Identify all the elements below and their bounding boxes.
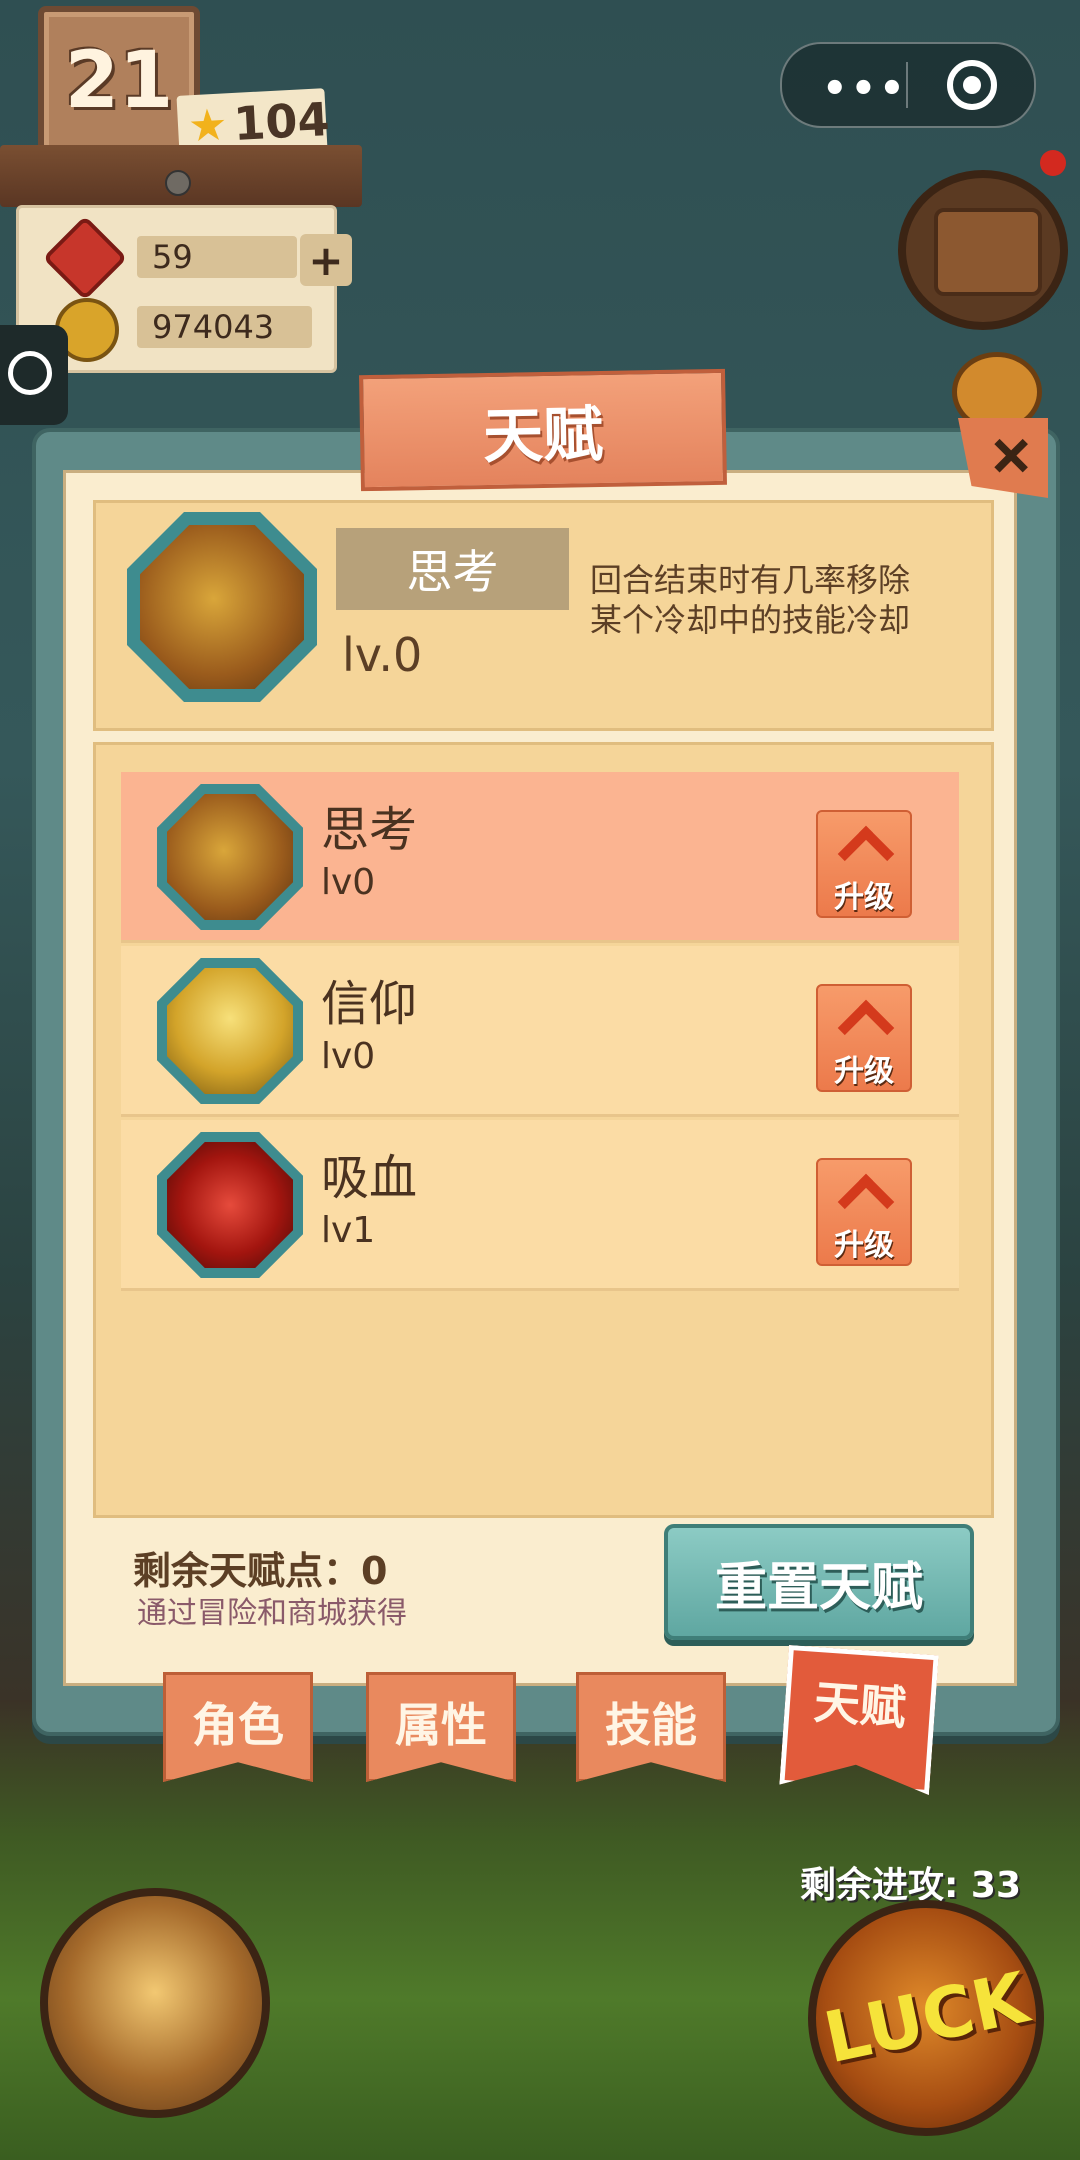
talent-level: lv0 [321, 862, 376, 903]
talent-row[interactable]: 思考 lv0 升级 [121, 772, 959, 943]
talent-level: lv0 [321, 1036, 376, 1077]
upgrade-label: 升级 [834, 1228, 894, 1263]
miniprogram-capsule: ••• [780, 42, 1036, 128]
chat-button[interactable] [0, 325, 68, 425]
upgrade-button[interactable]: 升级 [816, 1158, 912, 1266]
upgrade-label: 升级 [834, 880, 894, 915]
description-line-2: 某个冷却中的技能冷却 [590, 601, 911, 639]
star-icon: ★ [186, 98, 229, 152]
talent-row[interactable]: 吸血 lv1 升级 [121, 1120, 959, 1291]
detail-talent-description: 回合结束时有几率移除 某个冷却中的技能冷却 [590, 560, 970, 640]
add-gems-button[interactable]: + [300, 234, 352, 286]
capsule-divider [906, 62, 908, 108]
player-level-sign: 21 [38, 6, 200, 156]
coin-count: 974043 [152, 308, 275, 346]
vampire-bite-icon [167, 1142, 293, 1268]
upgrade-label: 升级 [834, 1054, 894, 1089]
nail-icon [165, 170, 191, 196]
detail-talent-name: 思考 [336, 528, 569, 610]
bag-button[interactable] [898, 170, 1068, 330]
gem-icon [42, 215, 128, 301]
talent-points-hint: 通过冒险和商城获得 [137, 1596, 407, 1631]
gate-button[interactable] [40, 1888, 270, 2118]
talent-name: 信仰 [321, 976, 418, 1032]
reset-talents-button[interactable]: 重置天赋 [664, 1524, 974, 1640]
talent-row[interactable]: 信仰 lv0 升级 [121, 946, 959, 1117]
talent-level: lv1 [321, 1210, 376, 1251]
detail-talent-level: lv.0 [342, 628, 423, 682]
remaining-talent-points: 剩余天赋点：0 [133, 1549, 388, 1593]
hourglass-icon [167, 794, 293, 920]
description-line-1: 回合结束时有几率移除 [590, 561, 911, 599]
chat-icon [8, 351, 52, 395]
talent-name: 吸血 [321, 1150, 418, 1206]
star-count: 104 [232, 91, 331, 151]
faith-emblem-icon [167, 968, 293, 1094]
gem-count: 59 [152, 238, 193, 276]
close-miniprogram-icon[interactable] [947, 60, 997, 110]
upgrade-button[interactable]: 升级 [816, 810, 912, 918]
modal-title: 天赋 [359, 368, 727, 492]
talent-name: 思考 [321, 802, 418, 858]
upgrade-button[interactable]: 升级 [816, 984, 912, 1092]
more-menu-icon[interactable]: ••• [822, 66, 908, 112]
notification-dot [1040, 150, 1066, 176]
